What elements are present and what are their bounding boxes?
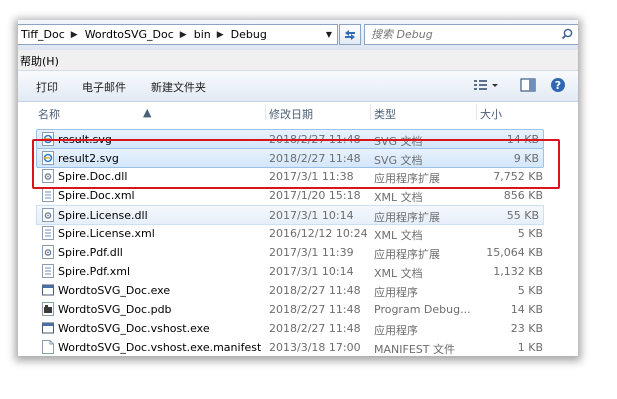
menu-help[interactable]: 帮助(H) <box>20 53 59 69</box>
file-type: 应用程序 <box>374 286 418 299</box>
dll-file-icon <box>42 208 54 222</box>
refresh-icon <box>345 29 355 40</box>
command-bar: 打印 电子邮件 新建文件夹 ? <box>18 71 578 102</box>
file-row[interactable]: WordtoSVG_Doc.exe 2018/2/27 11:48 应用程序 5… <box>18 281 543 299</box>
file-date: 2017/1/20 15:18 <box>269 189 361 202</box>
file-date: 2013/3/18 17:00 <box>269 341 361 354</box>
column-header-type[interactable]: 类型 <box>374 106 396 122</box>
preview-pane-icon[interactable] <box>520 78 536 92</box>
menu-bar: 帮助(H) <box>18 50 578 71</box>
file-type: 应用程序扩展 <box>374 248 440 261</box>
file-type: MANIFEST 文件 <box>374 343 455 356</box>
breadcrumb-item[interactable]: WordtoSVG_Doc <box>82 28 174 41</box>
address-bar[interactable]: Tiff_Doc ▶ WordtoSVG_Doc ▶ bin ▶ Debug ▼ <box>18 24 338 45</box>
file-date: 2018/2/27 11:48 <box>269 322 361 335</box>
file-name: Spire.Doc.xml <box>58 189 135 202</box>
column-header-row: ▲ 名称 修改日期 类型 大小 <box>18 102 578 122</box>
svg-text:?: ? <box>555 79 561 92</box>
file-name: Spire.Pdf.dll <box>58 246 123 259</box>
file-name: Spire.Pdf.xml <box>58 265 131 278</box>
search-input[interactable] <box>365 27 553 42</box>
column-divider[interactable] <box>370 104 371 120</box>
exe-file-icon <box>42 284 54 296</box>
dll-file-icon <box>42 245 54 259</box>
xml-file-icon <box>42 226 54 240</box>
file-name: WordtoSVG_Doc.vshost.exe <box>58 322 210 335</box>
file-name: WordtoSVG_Doc.exe <box>58 284 171 297</box>
column-header-name[interactable]: 名称 <box>38 106 60 122</box>
breadcrumb-item[interactable]: Tiff_Doc <box>18 28 65 41</box>
breadcrumb-item[interactable]: Debug <box>228 28 267 41</box>
file-type: XML 文档 <box>374 191 423 204</box>
file-name: WordtoSVG_Doc.vshost.exe.manifest <box>58 341 262 354</box>
red-highlight-box <box>32 139 560 189</box>
column-divider[interactable] <box>265 104 266 120</box>
search-icon[interactable] <box>561 28 573 40</box>
file-name: Spire.License.dll <box>58 209 148 222</box>
file-date: 2017/3/1 10:14 <box>269 265 354 278</box>
file-name: Spire.License.xml <box>58 227 155 240</box>
xml-file-icon <box>42 264 54 278</box>
file-type: 应用程序 <box>374 324 418 337</box>
new-folder-button[interactable]: 新建文件夹 <box>151 79 206 95</box>
pdb-file-icon <box>42 302 54 316</box>
file-size: 55 KB <box>506 209 539 222</box>
address-bar-row: Tiff_Doc ▶ WordtoSVG_Doc ▶ bin ▶ Debug ▼ <box>18 20 578 50</box>
file-size: 15,064 KB <box>486 246 543 259</box>
breadcrumb-separator-icon[interactable]: ▶ <box>211 30 228 40</box>
file-size: 1 KB <box>517 341 543 354</box>
column-header-date[interactable]: 修改日期 <box>269 106 313 122</box>
file-date: 2017/3/1 10:14 <box>269 209 354 222</box>
file-row[interactable]: WordtoSVG_Doc.pdb 2018/2/27 11:48 Progra… <box>18 300 543 318</box>
file-type: XML 文档 <box>374 229 423 242</box>
file-size: 856 KB <box>503 189 543 202</box>
exe-file-icon <box>42 322 54 334</box>
xml-file-icon <box>42 188 54 202</box>
file-size: 1,132 KB <box>493 265 543 278</box>
breadcrumb-item[interactable]: bin <box>191 28 211 41</box>
column-divider[interactable] <box>476 104 477 120</box>
file-size: 23 KB <box>510 322 543 335</box>
file-row[interactable]: Spire.Pdf.dll 2017/3/1 11:39 应用程序扩展 15,0… <box>18 243 543 261</box>
email-button[interactable]: 电子邮件 <box>82 79 126 95</box>
file-size: 14 KB <box>510 303 543 316</box>
file-date: 2016/12/12 10:24 <box>269 227 368 240</box>
breadcrumb-separator-icon[interactable]: ▶ <box>174 30 191 40</box>
column-header-size[interactable]: 大小 <box>480 106 502 122</box>
file-row-hover[interactable]: Spire.License.dll 2017/3/1 10:14 应用程序扩展 … <box>36 205 544 225</box>
file-row[interactable]: Spire.Pdf.xml 2017/3/1 10:14 XML 文档 1,13… <box>18 262 543 280</box>
refresh-button[interactable] <box>339 24 361 45</box>
file-date: 2018/2/27 11:48 <box>269 284 361 297</box>
view-options-icon[interactable] <box>473 78 499 92</box>
file-size: 5 KB <box>517 227 543 240</box>
file-row[interactable]: WordtoSVG_Doc.vshost.exe 2018/2/27 11:48… <box>18 319 543 337</box>
sort-ascending-icon: ▲ <box>143 106 152 119</box>
file-date: 2017/3/1 11:39 <box>269 246 354 259</box>
file-type: XML 文档 <box>374 267 423 280</box>
file-type: Program Debug... <box>374 303 471 316</box>
file-size: 5 KB <box>517 284 543 297</box>
file-date: 2018/2/27 11:48 <box>269 303 361 316</box>
breadcrumb-separator-icon[interactable]: ▶ <box>65 30 82 40</box>
print-button[interactable]: 打印 <box>36 79 58 95</box>
search-box[interactable] <box>364 24 578 45</box>
manifest-file-icon <box>42 340 54 354</box>
file-row[interactable]: WordtoSVG_Doc.vshost.exe.manifest 2013/3… <box>18 338 543 356</box>
file-name: WordtoSVG_Doc.pdb <box>58 303 172 316</box>
explorer-window: Tiff_Doc ▶ WordtoSVG_Doc ▶ bin ▶ Debug ▼… <box>18 20 578 356</box>
help-icon[interactable]: ? <box>550 77 566 93</box>
address-dropdown-icon[interactable]: ▼ <box>321 25 337 44</box>
file-row[interactable]: Spire.License.xml 2016/12/12 10:24 XML 文… <box>18 224 543 242</box>
file-type: 应用程序扩展 <box>374 211 440 224</box>
